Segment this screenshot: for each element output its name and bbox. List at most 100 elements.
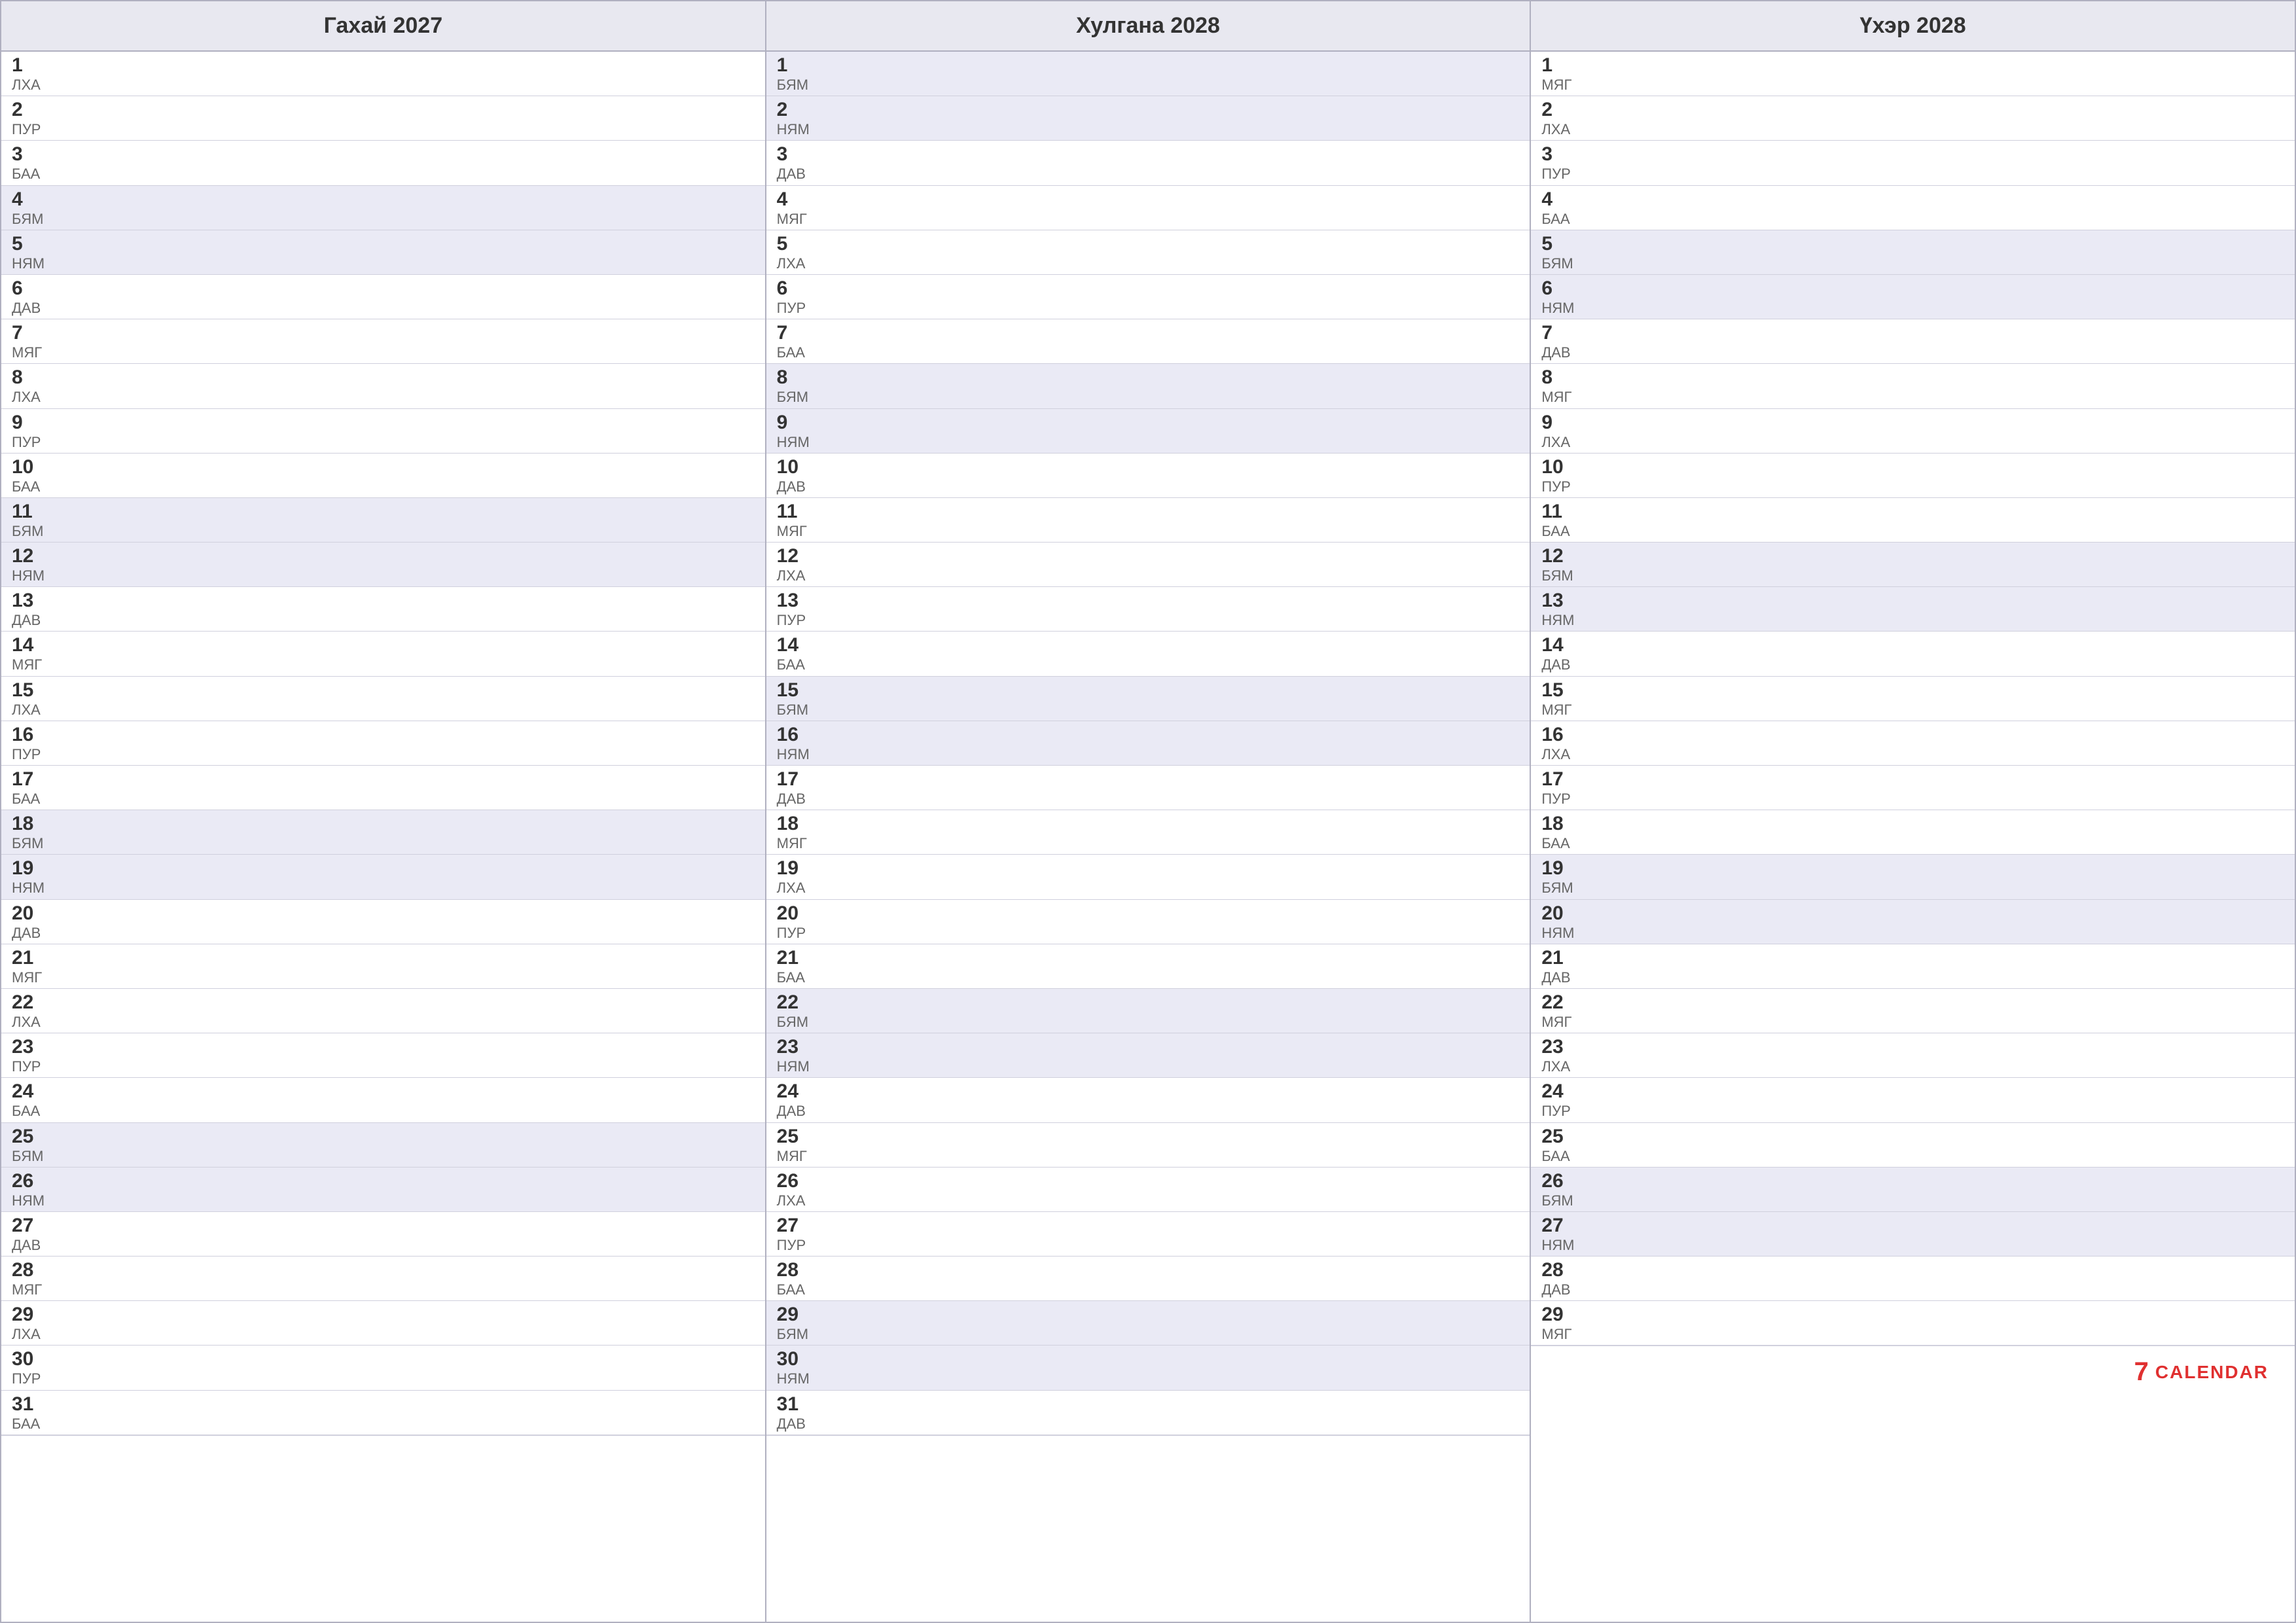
day-row: 23ЛХА — [1531, 1033, 2295, 1078]
day-row: 1БЯМ — [766, 52, 1530, 96]
day-row: 5НЯМ — [1, 230, 765, 275]
day-name: ДАВ — [12, 613, 48, 628]
day-row: 11МЯГ — [766, 498, 1530, 543]
day-number: 26 — [777, 1170, 813, 1192]
day-name: МЯГ — [777, 836, 813, 851]
day-number: 22 — [777, 991, 813, 1013]
footer-brand: 7CALENDAR — [1531, 1346, 2295, 1398]
day-row: 12БЯМ — [1531, 543, 2295, 587]
day-name: НЯМ — [777, 1371, 813, 1387]
day-number: 26 — [12, 1170, 48, 1192]
day-name: БЯМ — [12, 836, 48, 851]
day-name: НЯМ — [1541, 300, 1577, 316]
day-name: НЯМ — [777, 435, 813, 450]
day-number: 23 — [12, 1036, 48, 1058]
day-name: МЯГ — [1541, 1327, 1577, 1342]
day-row: 18БЯМ — [1, 810, 765, 855]
day-name: БЯМ — [1541, 568, 1577, 584]
day-row: 8МЯГ — [1531, 364, 2295, 408]
day-row: 20НЯМ — [1531, 900, 2295, 944]
day-name: ЛХА — [1541, 747, 1577, 762]
day-name: НЯМ — [12, 256, 48, 272]
day-number: 10 — [1541, 456, 1577, 478]
day-number: 16 — [777, 724, 813, 745]
day-number: 3 — [12, 143, 48, 165]
day-row: 21ДАВ — [1531, 944, 2295, 989]
day-number: 15 — [1541, 679, 1577, 701]
day-name: ЛХА — [12, 389, 48, 405]
day-number: 6 — [12, 277, 48, 299]
day-name: ПУР — [12, 1059, 48, 1075]
day-number: 19 — [777, 857, 813, 879]
day-name: БАА — [777, 657, 813, 673]
day-row: 3ПУР — [1531, 141, 2295, 185]
day-name: НЯМ — [12, 568, 48, 584]
day-number: 20 — [12, 902, 48, 924]
day-row: 25БЯМ — [1, 1123, 765, 1168]
day-name: НЯМ — [777, 747, 813, 762]
day-name: ДАВ — [777, 479, 813, 495]
day-name: БАА — [1541, 524, 1577, 539]
footer-spacer — [766, 1435, 1530, 1488]
day-name: ПУР — [12, 747, 48, 762]
day-name: ДАВ — [1541, 657, 1577, 673]
day-name: ПУР — [1541, 166, 1577, 182]
month-header-gakhai-2027: Гахай 2027 — [1, 1, 765, 52]
day-number: 28 — [12, 1259, 48, 1281]
day-name: ДАВ — [777, 791, 813, 807]
day-number: 27 — [12, 1215, 48, 1236]
day-row: 12ЛХА — [766, 543, 1530, 587]
day-name: БАА — [12, 1103, 48, 1119]
day-row: 23НЯМ — [766, 1033, 1530, 1078]
day-name: ЛХА — [1541, 435, 1577, 450]
day-row: 9 ЛХА — [1531, 409, 2295, 454]
day-row: 5БЯМ — [1531, 230, 2295, 275]
day-row: 1МЯГ — [1531, 52, 2295, 96]
day-number: 25 — [1541, 1126, 1577, 1147]
day-row: 24ДАВ — [766, 1078, 1530, 1122]
day-name: НЯМ — [777, 1059, 813, 1075]
day-row: 26НЯМ — [1, 1168, 765, 1212]
day-row: 10ПУР — [1531, 454, 2295, 498]
day-number: 8 — [12, 366, 48, 388]
day-name: БАА — [777, 1282, 813, 1298]
day-row: 20ПУР — [766, 900, 1530, 944]
day-name: ПУР — [1541, 479, 1577, 495]
day-row: 24ПУР — [1531, 1078, 2295, 1122]
day-number: 9 — [777, 412, 813, 433]
day-name: БАА — [12, 166, 48, 182]
day-row: 28МЯГ — [1, 1257, 765, 1301]
calendar-container: Гахай 20271ЛХА2ПУР3БАА4БЯМ5НЯМ6ДАВ7МЯГ8Л… — [0, 0, 2296, 1623]
day-row: 13ПУР — [766, 587, 1530, 632]
day-name: МЯГ — [12, 1282, 48, 1298]
day-name: БЯМ — [12, 1149, 48, 1164]
day-number: 19 — [12, 857, 48, 879]
day-row: 29БЯМ — [766, 1301, 1530, 1346]
day-row: 27ДАВ — [1, 1212, 765, 1257]
month-header-khulgana-2028: Хулгана 2028 — [766, 1, 1530, 52]
day-name: БЯМ — [12, 211, 48, 227]
day-name: ЛХА — [12, 77, 48, 93]
day-row: 10БАА — [1, 454, 765, 498]
day-number: 12 — [12, 545, 48, 567]
day-number: 30 — [777, 1348, 813, 1370]
day-number: 4 — [12, 188, 48, 210]
day-number: 24 — [1541, 1080, 1577, 1102]
day-row: 22ЛХА — [1, 989, 765, 1033]
day-row: 7ДАВ — [1531, 319, 2295, 364]
day-name: ПУР — [777, 300, 813, 316]
day-name: НЯМ — [777, 122, 813, 137]
day-number: 8 — [777, 366, 813, 388]
day-row: 14БАА — [766, 632, 1530, 676]
day-row: 12НЯМ — [1, 543, 765, 587]
day-number: 9 — [1541, 412, 1577, 433]
day-number: 24 — [777, 1080, 813, 1102]
day-row: 11БАА — [1531, 498, 2295, 543]
day-name: БЯМ — [1541, 880, 1577, 896]
brand-logo: 7CALENDAR — [2134, 1357, 2269, 1387]
day-number: 23 — [777, 1036, 813, 1058]
day-row: 5ЛХА — [766, 230, 1530, 275]
day-number: 25 — [777, 1126, 813, 1147]
day-row: 26ЛХА — [766, 1168, 1530, 1212]
day-row: 15МЯГ — [1531, 677, 2295, 721]
